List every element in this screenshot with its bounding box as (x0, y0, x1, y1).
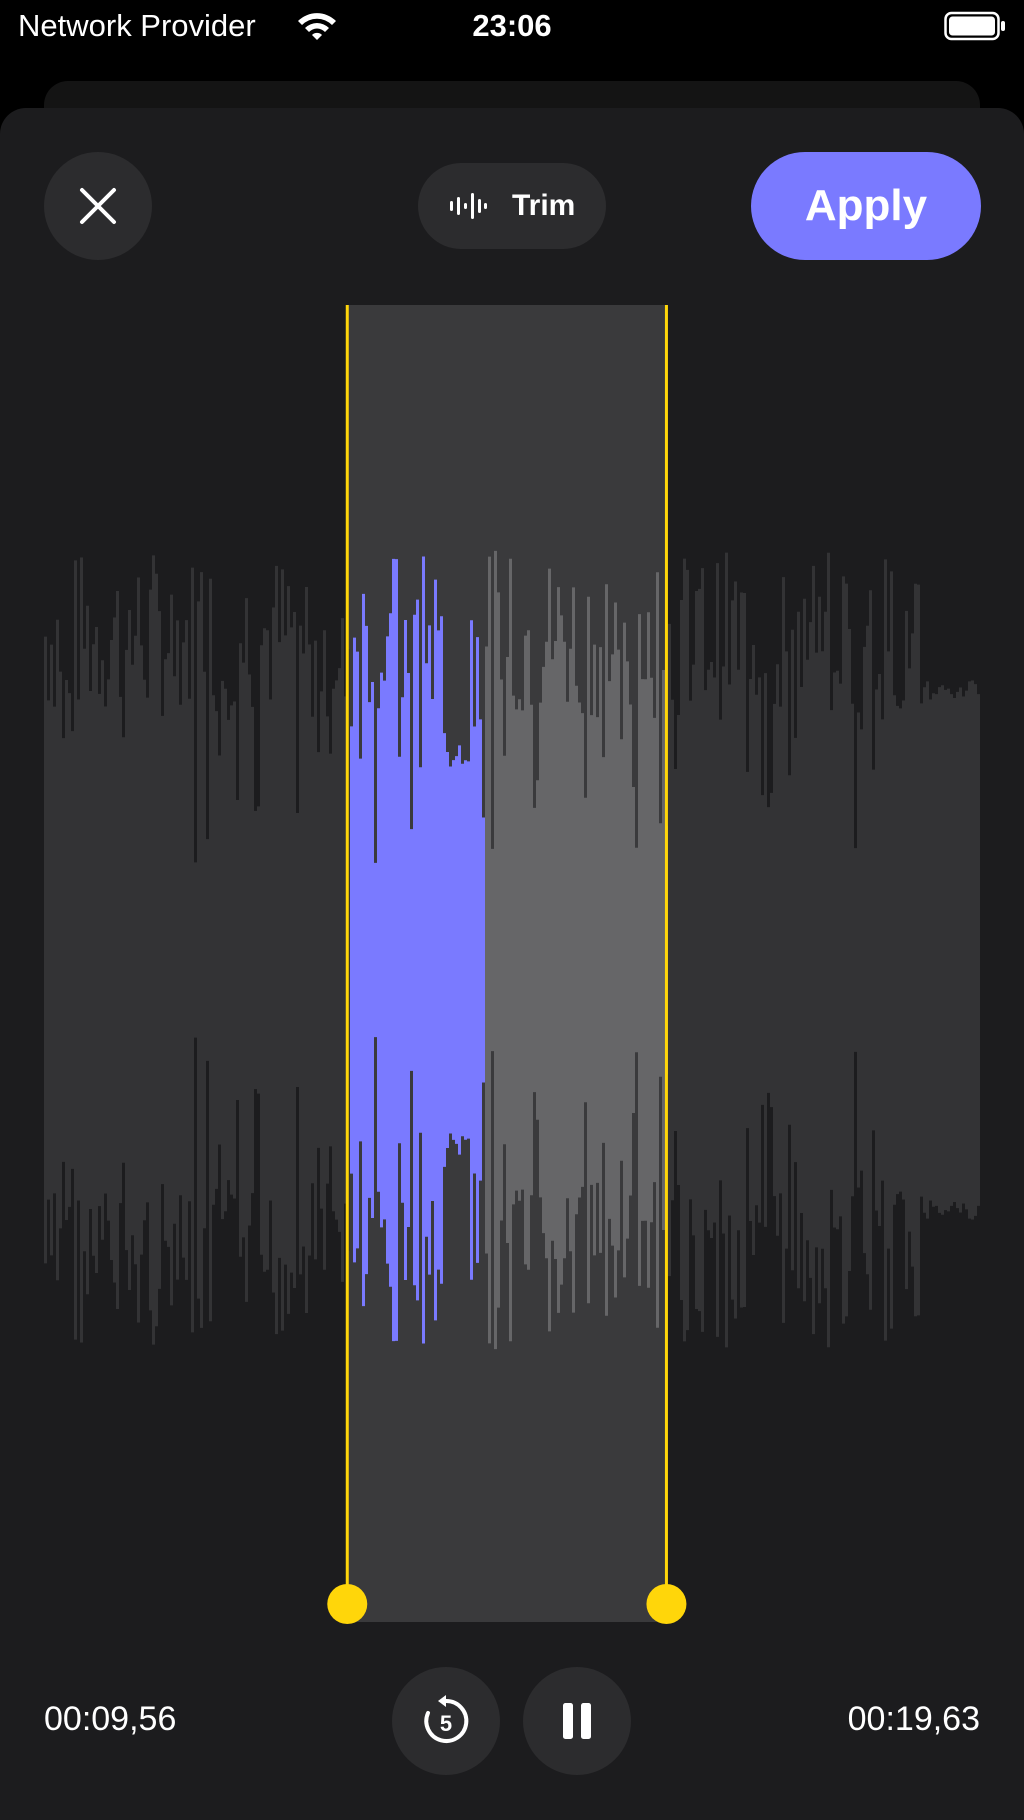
status-bar: Network Provider 23:06 (0, 0, 1024, 60)
rewind-seconds-label: 5 (439, 1711, 453, 1736)
selection-start-time: 00:09,56 (44, 1700, 177, 1738)
rewind-5-button[interactable]: 5 (392, 1667, 500, 1775)
trim-start-handle[interactable] (327, 1584, 368, 1624)
pause-button[interactable] (523, 1667, 631, 1775)
selection-end-time: 00:19,63 (847, 1700, 980, 1738)
apply-button[interactable]: Apply (751, 152, 981, 260)
status-time: 23:06 (472, 8, 552, 43)
pause-icon (563, 1703, 591, 1739)
close-icon (80, 188, 116, 224)
trim-editor-sheet (0, 108, 1024, 1820)
battery-icon (944, 11, 1005, 41)
trim-mode-label: Trim (512, 189, 576, 222)
waveform-icon (450, 193, 487, 219)
close-button[interactable] (44, 152, 152, 260)
trim-end-handle[interactable] (646, 1584, 687, 1624)
trim-mode-button[interactable]: Trim (418, 163, 606, 249)
